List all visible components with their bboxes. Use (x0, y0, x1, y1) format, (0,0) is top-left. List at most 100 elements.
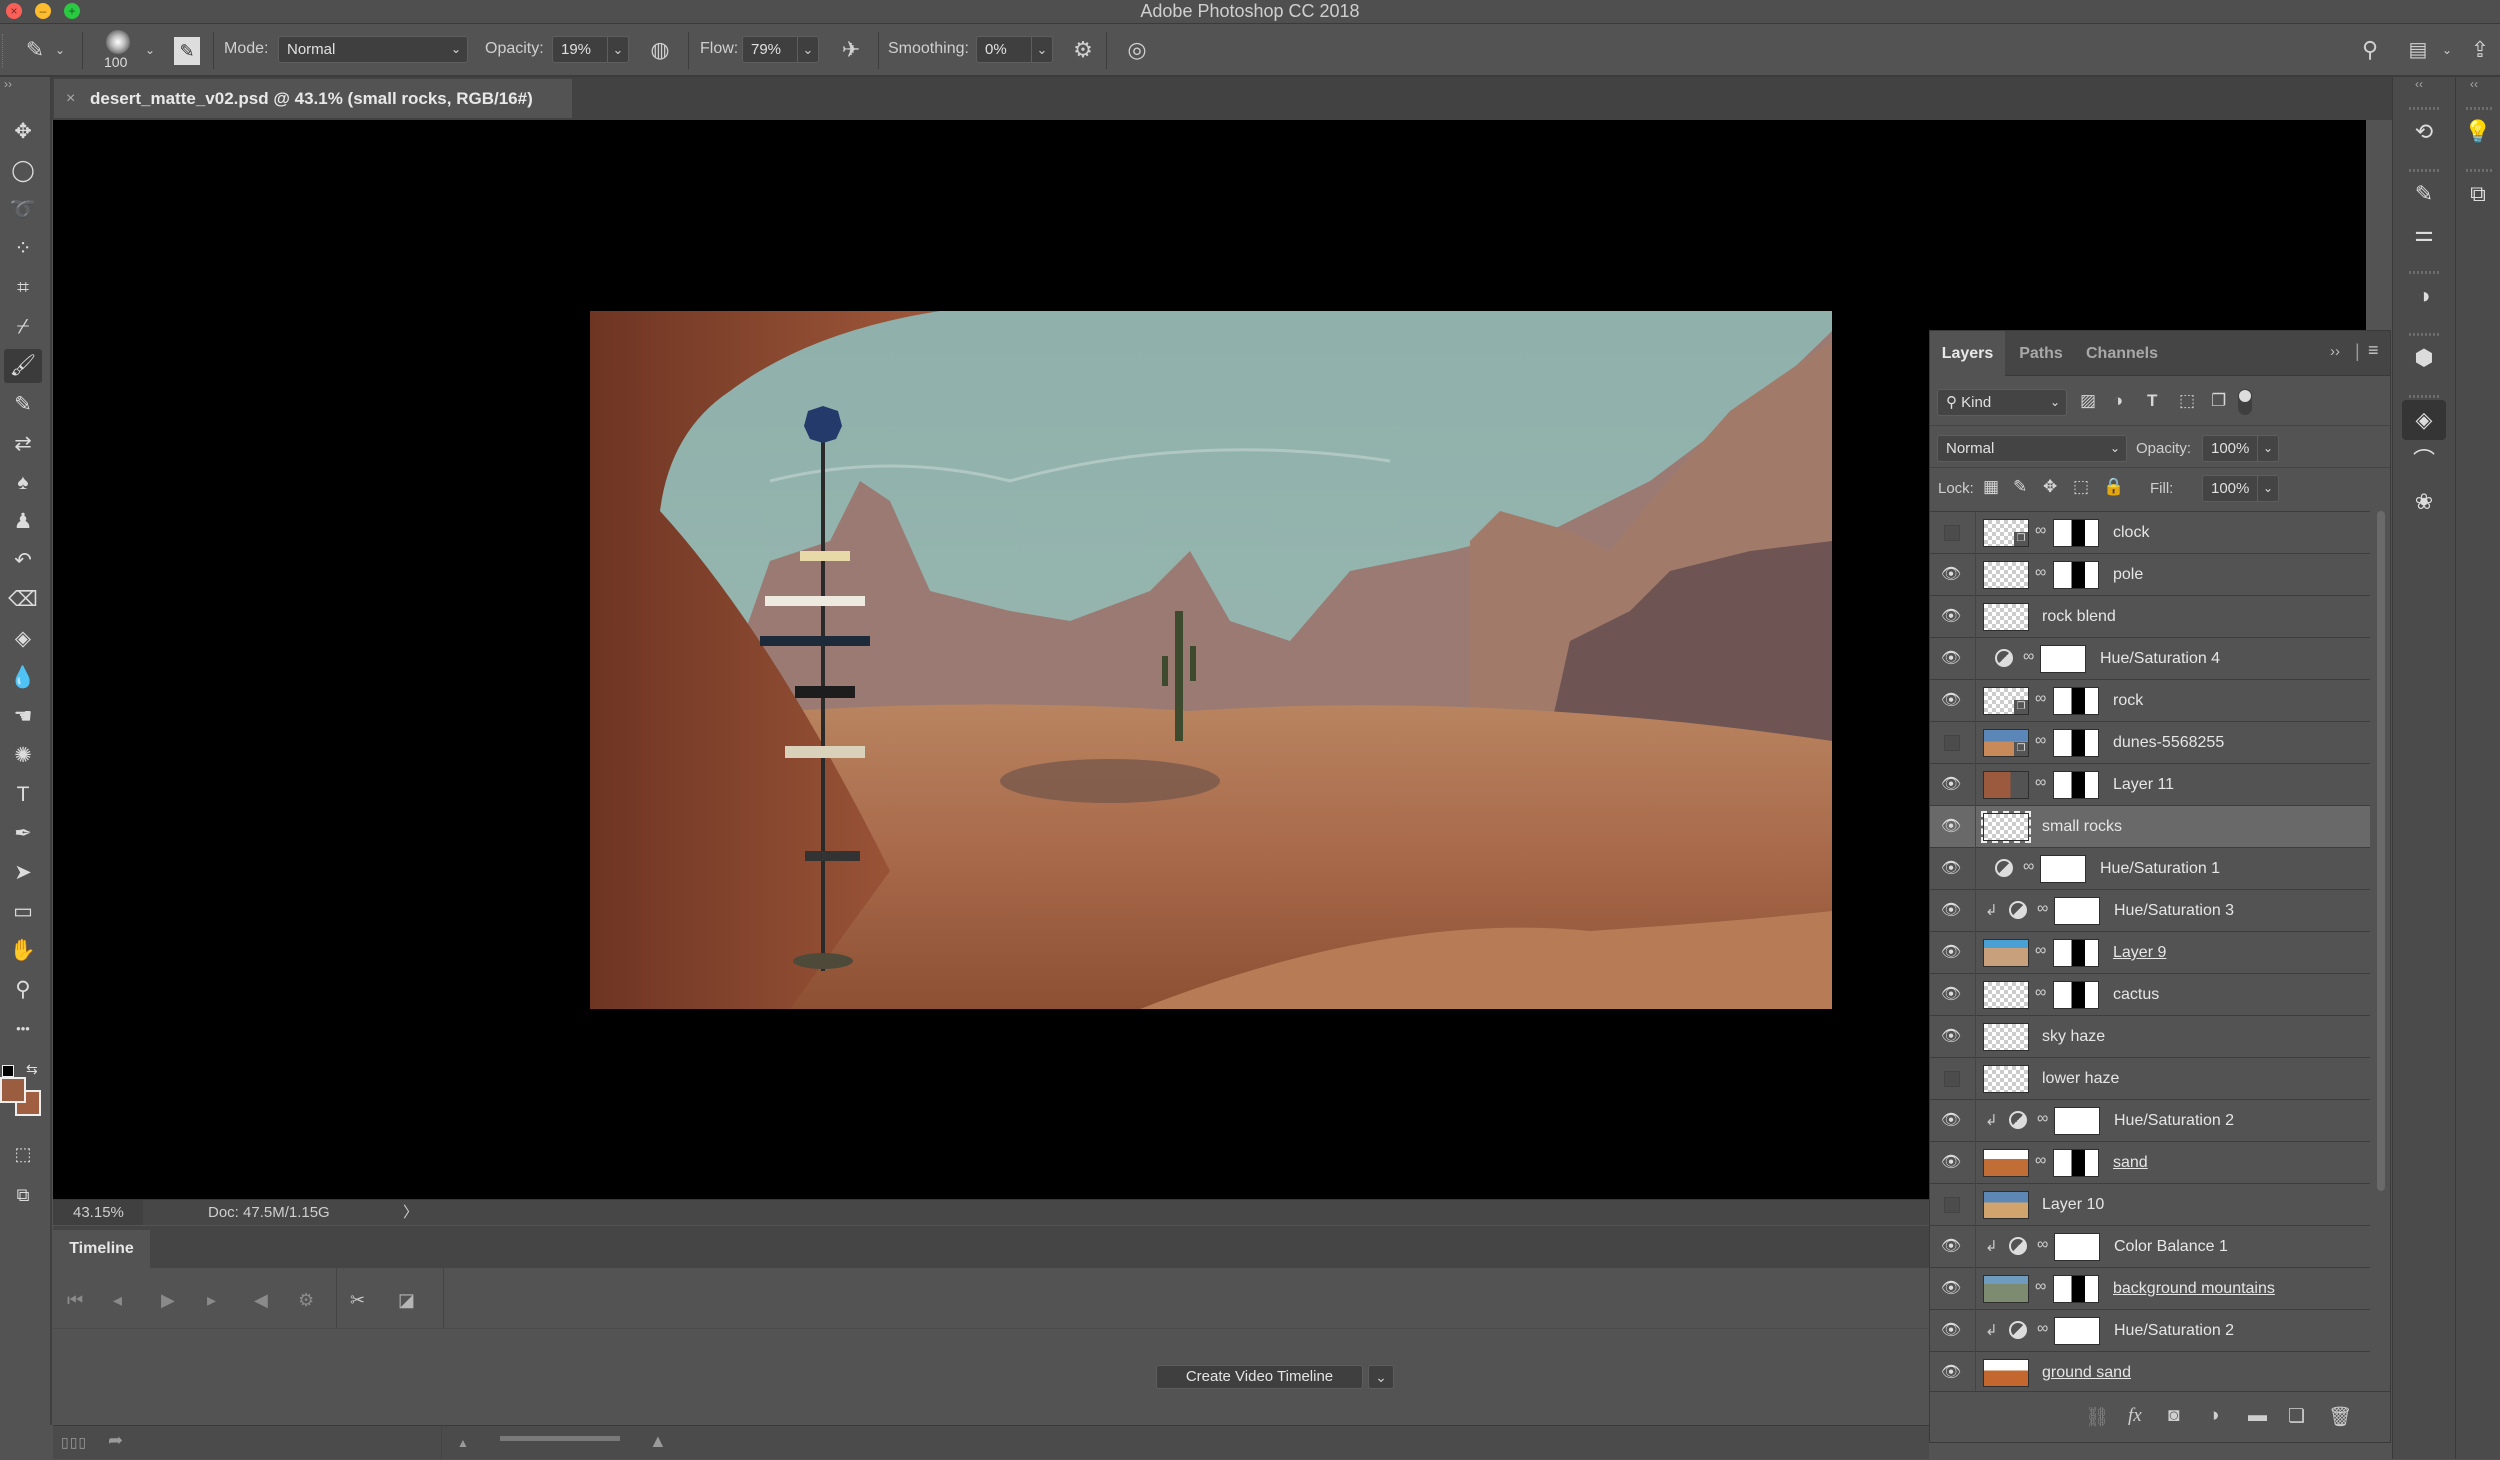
play-icon[interactable]: ▶ (161, 1290, 175, 1311)
layer-name[interactable]: Color Balance 1 (2114, 1238, 2228, 1256)
layer-thumbnail[interactable]: ❐ (1983, 519, 2029, 547)
channels-icon[interactable]: ❀ (2402, 482, 2446, 522)
layer-name[interactable]: Layer 9 (2113, 944, 2166, 962)
layers-scrollbar[interactable] (2376, 511, 2386, 1391)
expand-toolbar-icon[interactable]: ›› (4, 77, 12, 91)
editbar-tool-icon[interactable]: ••• (4, 1012, 42, 1046)
filter-shape-icon[interactable]: ⬚ (2179, 391, 2195, 411)
layer-mask-thumbnail[interactable] (2053, 771, 2099, 799)
layer-name[interactable]: small rocks (2042, 818, 2122, 836)
lock-position-icon[interactable]: ✥ (2043, 477, 2057, 497)
layer-row[interactable]: 👁 ↲ ∞ Color Balance 1 (1930, 1226, 2370, 1268)
paths-icon[interactable]: ⌒ (2402, 441, 2446, 481)
filter-toggle[interactable] (2238, 389, 2252, 415)
layer-mask-thumbnail[interactable] (2040, 645, 2086, 673)
layer-thumbnail[interactable] (1983, 1149, 2029, 1177)
visibility-eye-icon[interactable]: 👁 (1940, 649, 1962, 669)
visibility-eye-icon[interactable]: 👁 (1940, 859, 1962, 879)
layer-row[interactable]: 👁 ∞ background mountains (1930, 1268, 2370, 1310)
workspace-icon[interactable]: ▤ (2405, 37, 2431, 63)
layer-list[interactable]: ❐ ∞ clock 👁 ∞ pole 👁 rock blend 👁 ∞ Hue/Saturation… (1930, 511, 2370, 1391)
crop-tool-icon[interactable]: ⌗ (4, 271, 42, 305)
layer-thumbnail[interactable] (1983, 1191, 2029, 1219)
layer-name[interactable]: clock (2113, 524, 2149, 542)
layer-row[interactable]: 👁 rock blend (1930, 596, 2370, 638)
layer-thumbnail[interactable] (1983, 561, 2029, 589)
visibility-toggle-off[interactable] (1944, 525, 1960, 541)
layer-name[interactable]: Hue/Saturation 1 (2100, 860, 2220, 878)
layer-row[interactable]: 👁 ↲ ∞ Hue/Saturation 2 (1930, 1310, 2370, 1352)
frame-rate-icon[interactable]: ▯▯▯ (61, 1434, 87, 1451)
foreground-color-swatch[interactable] (0, 1077, 26, 1103)
brush-settings-toggle-icon[interactable]: ✎ (174, 37, 200, 65)
search-icon[interactable]: ⚲ (2357, 37, 2383, 63)
lock-all-icon[interactable]: 🔒 (2103, 477, 2124, 497)
tab-channels[interactable]: Channels (2077, 331, 2167, 376)
panel-grip[interactable] (2409, 395, 2439, 398)
visibility-eye-icon[interactable]: 👁 (1940, 1321, 1962, 1341)
layer-name[interactable]: pole (2113, 566, 2143, 584)
layer-row[interactable]: 👁 ∞ Hue/Saturation 4 (1930, 638, 2370, 680)
zoom-in-timeline-icon[interactable]: ▲ (649, 1431, 667, 1452)
dodge-tool-icon[interactable]: ☚ (4, 700, 42, 734)
layer-thumbnail[interactable] (1983, 939, 2029, 967)
pencil-tool-icon[interactable]: ✎ (4, 388, 42, 422)
layer-thumbnail[interactable] (1983, 1023, 2029, 1051)
layer-name[interactable]: Layer 10 (2042, 1196, 2104, 1214)
panel-grip[interactable] (2409, 271, 2439, 274)
history-icon[interactable]: ⟲ (2402, 112, 2446, 152)
rectangle-tool-icon[interactable]: ▭ (4, 895, 42, 929)
layer-name[interactable]: Hue/Saturation 3 (2114, 902, 2234, 920)
default-colors-icon[interactable] (2, 1065, 14, 1077)
quick-selection-tool-icon[interactable]: ⁘ (4, 232, 42, 266)
adjustment-layer-icon[interactable] (1995, 649, 2013, 667)
layer-name[interactable]: rock (2113, 692, 2143, 710)
layer-name[interactable]: Hue/Saturation 2 (2114, 1112, 2234, 1130)
mask-link-icon[interactable]: ∞ (2023, 858, 2034, 876)
smoothing-dropdown[interactable]: ⌄ (1031, 36, 1053, 63)
opacity-dropdown[interactable]: ⌄ (607, 36, 629, 63)
book-icon[interactable]: ⧉ (2456, 174, 2500, 214)
layer-mask-thumbnail[interactable] (2053, 1149, 2099, 1177)
layer-name[interactable]: Layer 11 (2113, 776, 2174, 794)
new-group-icon[interactable]: ▬ (2248, 1405, 2267, 1427)
layer-name[interactable]: cactus (2113, 986, 2159, 1004)
layer-row[interactable]: Layer 10 (1930, 1184, 2370, 1226)
layer-name[interactable]: sand (2113, 1154, 2148, 1172)
brush-tip-preview[interactable] (106, 30, 130, 54)
brush-settings-icon[interactable]: ✎ (2402, 174, 2446, 214)
mask-link-icon[interactable]: ∞ (2035, 522, 2046, 540)
pressure-size-icon[interactable]: ◎ (1124, 37, 1150, 63)
airbrush-icon[interactable]: ✈ (838, 37, 864, 63)
collapse-panel-icon[interactable]: ›› (2330, 343, 2340, 360)
visibility-eye-icon[interactable]: 👁 (1940, 943, 1962, 963)
layer-mask-thumbnail[interactable] (2053, 561, 2099, 589)
layer-row[interactable]: 👁 ↲ ∞ Hue/Saturation 3 (1930, 890, 2370, 932)
layer-row[interactable]: 👁 ∞ sand (1930, 1142, 2370, 1184)
lock-artboard-icon[interactable]: ⬚ (2073, 477, 2089, 497)
gear-icon[interactable]: ⚙ (1070, 37, 1096, 63)
visibility-toggle-off[interactable] (1944, 735, 1960, 751)
delete-layer-icon[interactable]: 🗑 (2328, 1405, 2352, 1429)
sponge-tool-icon[interactable]: ✺ (4, 739, 42, 773)
previous-frame-icon[interactable]: ◂ (113, 1290, 122, 1311)
pressure-opacity-icon[interactable]: ◍ (647, 37, 673, 63)
swap-colors-icon[interactable]: ⇆ (26, 1061, 38, 1078)
mask-link-icon[interactable]: ∞ (2037, 900, 2048, 918)
collapse-dock-icon[interactable]: ‹‹ (2470, 77, 2478, 91)
layer-mask-thumbnail[interactable] (2053, 729, 2099, 757)
new-adjustment-icon[interactable]: ◑ (2208, 1405, 2219, 1427)
layer-thumbnail[interactable] (1983, 981, 2029, 1009)
move-tool-icon[interactable]: ✥ (4, 115, 42, 149)
transition-icon[interactable]: ◪ (398, 1290, 415, 1311)
libraries-icon[interactable]: ⬢ (2402, 338, 2446, 378)
render-video-icon[interactable]: ➦ (108, 1430, 123, 1451)
layer-thumbnail[interactable] (1983, 771, 2029, 799)
workspace-caret[interactable]: ⌄ (2440, 37, 2454, 63)
blur-tool-icon[interactable]: 💧 (4, 661, 42, 695)
path-selection-tool-icon[interactable]: ➤ (4, 856, 42, 890)
lock-image-icon[interactable]: ✎ (2013, 477, 2027, 497)
layer-name[interactable]: sky haze (2042, 1028, 2105, 1046)
timeline-zoom-slider[interactable] (500, 1436, 620, 1441)
layer-mask-thumbnail[interactable] (2054, 1107, 2100, 1135)
